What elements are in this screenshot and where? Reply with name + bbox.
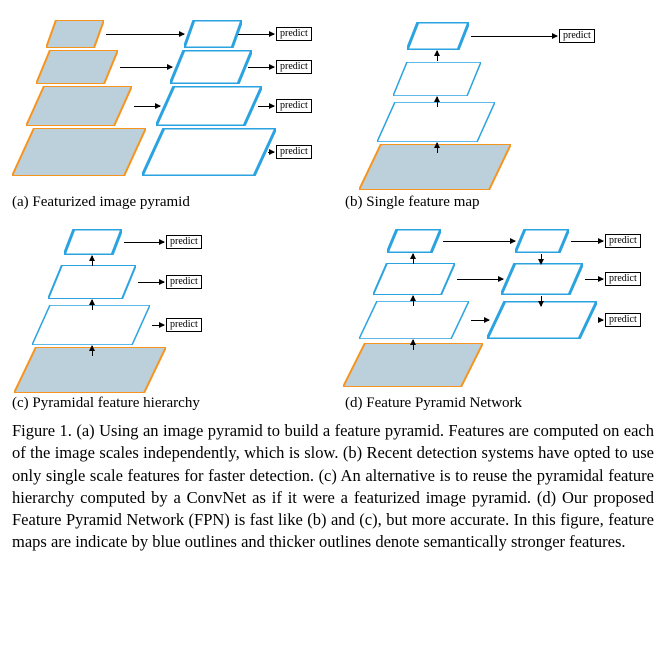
arrow-icon: [599, 320, 603, 321]
caption-c: (c) Pyramidal feature hierarchy: [12, 395, 321, 412]
feature-map-mid2: [393, 62, 481, 96]
arrow-icon: [585, 279, 603, 280]
feature-map-small: [184, 20, 242, 48]
arrow-icon: [443, 241, 515, 242]
td-top: [515, 229, 569, 253]
arrow-up-icon: [413, 340, 414, 350]
predict-box: predict: [166, 318, 202, 332]
feature-map-top: [407, 22, 469, 50]
arrow-icon: [238, 34, 274, 35]
feature-map-top: [64, 229, 122, 255]
arrow-icon: [124, 242, 164, 243]
predict-box: predict: [166, 235, 202, 249]
panel-a: predict predict predict predict (a) Feat…: [12, 12, 321, 211]
predict-box: predict: [605, 234, 641, 248]
feature-map-med2: [156, 86, 262, 126]
arrow-icon: [268, 152, 274, 153]
arrow-up-icon: [413, 296, 414, 306]
image-tile-med1: [36, 50, 118, 84]
arrow-icon: [457, 279, 503, 280]
panel-d: predict predict predict (d) Feature Pyra…: [345, 223, 654, 412]
image-tile-small: [46, 20, 104, 48]
bu-bot: [359, 301, 469, 339]
diagram-a: predict predict predict predict: [12, 12, 321, 192]
diagram-b: predict: [345, 12, 654, 192]
feature-map-mid1: [377, 102, 495, 142]
arrow-icon: [471, 36, 557, 37]
caption-d: (d) Feature Pyramid Network: [345, 395, 654, 412]
arrow-icon: [248, 67, 274, 68]
bu-mid: [373, 263, 455, 295]
predict-box: predict: [276, 60, 312, 74]
image-base: [359, 144, 511, 190]
arrow-up-icon: [437, 143, 438, 153]
arrow-up-icon: [92, 256, 93, 266]
figure-caption: Figure 1. (a) Using an image pyramid to …: [12, 420, 654, 554]
arrow-icon: [571, 241, 603, 242]
feature-map-mid: [48, 265, 136, 299]
arrow-up-icon: [92, 300, 93, 310]
arrow-icon: [258, 106, 274, 107]
predict-box: predict: [276, 99, 312, 113]
arrow-icon: [120, 67, 172, 68]
arrow-icon: [134, 106, 160, 107]
bu-top: [387, 229, 441, 253]
arrow-up-icon: [413, 254, 414, 264]
arrow-icon: [138, 282, 164, 283]
predict-box: predict: [605, 272, 641, 286]
td-mid: [501, 263, 583, 295]
caption-b: (b) Single feature map: [345, 194, 654, 211]
predict-box: predict: [166, 275, 202, 289]
arrow-icon: [471, 320, 489, 321]
caption-a: (a) Featurized image pyramid: [12, 194, 321, 211]
image-tile-large: [12, 128, 146, 176]
diagram-d: predict predict predict: [345, 223, 654, 393]
panel-c: predict predict predict (c) Pyramidal fe…: [12, 223, 321, 412]
figure-grid: predict predict predict predict (a) Feat…: [12, 12, 654, 412]
panel-b: predict (b) Single feature map: [345, 12, 654, 211]
feature-map-med1: [170, 50, 252, 84]
predict-box: predict: [559, 29, 595, 43]
feature-map-bot: [32, 305, 150, 345]
predict-box: predict: [276, 27, 312, 41]
arrow-icon: [106, 34, 184, 35]
arrow-icon: [152, 325, 164, 326]
arrow-down-icon: [541, 296, 542, 306]
predict-box: predict: [276, 145, 312, 159]
arrow-down-icon: [541, 254, 542, 264]
arrow-up-icon: [437, 97, 438, 107]
image-tile-med2: [26, 86, 132, 126]
diagram-c: predict predict predict: [12, 223, 321, 393]
image-base: [14, 347, 166, 393]
arrow-up-icon: [92, 346, 93, 356]
arrow-up-icon: [437, 51, 438, 61]
feature-map-large: [142, 128, 276, 176]
predict-box: predict: [605, 313, 641, 327]
